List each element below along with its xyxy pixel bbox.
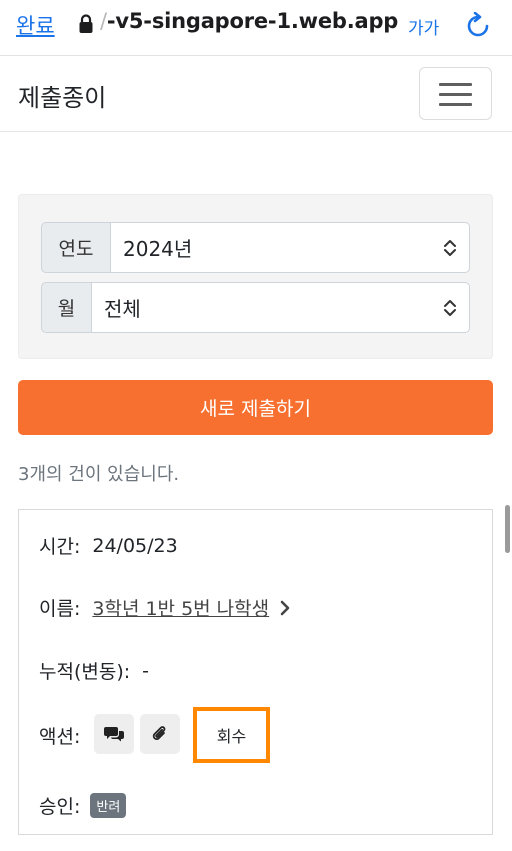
- status-badge: 반려: [90, 793, 127, 818]
- browser-toolbar: 완료 /-v5-singapore-1.web.app 가가: [0, 0, 512, 56]
- year-value: 2024년: [123, 237, 193, 261]
- menu-icon-bar: [439, 103, 472, 106]
- cumulative-row: 누적(변동): -: [39, 657, 149, 684]
- cumulative-label: 누적(변동):: [39, 661, 131, 683]
- submission-card: 시간: 24/05/23 이름: 3학년 1반 5번 나학생 누적(변동): -…: [18, 509, 493, 835]
- filter-card: 연도 2024년 월 전체: [18, 194, 493, 359]
- month-value: 전체: [104, 297, 141, 321]
- approval-row: 승인: 반려: [39, 792, 127, 819]
- lock-icon: [79, 14, 93, 33]
- brand-title[interactable]: 제출종이: [18, 78, 106, 113]
- menu-toggle-button[interactable]: [419, 67, 492, 120]
- name-label: 이름:: [39, 598, 81, 620]
- approval-label: 승인:: [39, 796, 81, 818]
- name-row: 이름: 3학년 1반 5번 나학생: [39, 594, 291, 621]
- text-size-button[interactable]: 가가: [408, 14, 439, 39]
- actions-row: 액션:: [39, 722, 80, 749]
- paperclip-icon: [152, 726, 166, 740]
- url-host: -v5-singapore-1.web.app: [106, 9, 399, 33]
- cumulative-value: -: [142, 659, 150, 682]
- year-filter: 연도 2024년: [41, 222, 470, 273]
- time-label: 시간:: [39, 536, 81, 558]
- year-select[interactable]: 2024년: [111, 222, 470, 273]
- time-value: 24/05/23: [92, 534, 178, 557]
- reload-icon[interactable]: [466, 12, 490, 38]
- menu-icon-bar: [439, 93, 472, 96]
- attachment-button[interactable]: [140, 714, 180, 754]
- new-submit-button[interactable]: 새로 제출하기: [18, 380, 493, 435]
- student-name-link[interactable]: 3학년 1반 5번 나학생: [92, 594, 269, 621]
- scrollbar[interactable]: [505, 505, 510, 553]
- menu-icon-bar: [439, 83, 472, 86]
- address-bar[interactable]: /-v5-singapore-1.web.app: [100, 9, 398, 33]
- month-filter: 월 전체: [41, 282, 470, 333]
- done-button[interactable]: 완료: [16, 10, 55, 40]
- month-select[interactable]: 전체: [92, 282, 470, 333]
- revoke-button[interactable]: 회수: [193, 707, 270, 763]
- select-chevron-icon: [444, 240, 456, 256]
- result-count: 3개의 건이 있습니다.: [18, 464, 180, 485]
- comment-button[interactable]: [94, 714, 134, 754]
- chevron-right-icon[interactable]: [279, 600, 291, 616]
- month-label: 월: [41, 282, 92, 333]
- url-prefix: /: [100, 9, 107, 33]
- comments-icon: [104, 727, 124, 742]
- year-label: 연도: [41, 222, 111, 273]
- select-chevron-icon: [444, 300, 456, 316]
- time-row: 시간: 24/05/23: [39, 532, 178, 559]
- actions-label: 액션:: [39, 726, 81, 748]
